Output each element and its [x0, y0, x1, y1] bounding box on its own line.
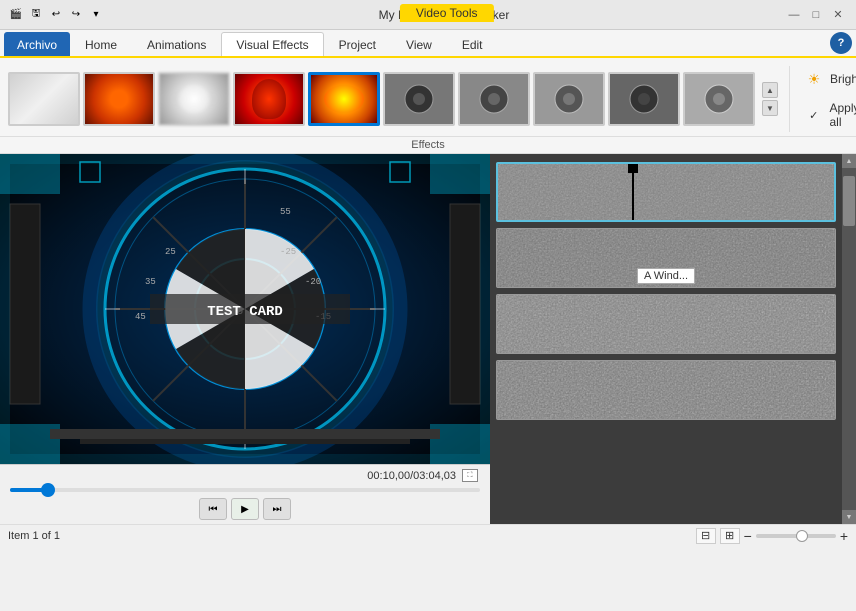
playback-controls: ⏮ ▶ ⏭ — [199, 498, 291, 520]
cursor-head — [628, 163, 638, 173]
effects-label: Effects — [0, 136, 856, 153]
effects-actions: ☀ Brightness ✓ Apply to all — [789, 66, 856, 132]
ribbon-tabs: Archivo Home Animations Visual Effects P… — [0, 30, 856, 58]
close-button[interactable]: ✕ — [828, 5, 848, 25]
test-pattern-svg: -25 -20 -15 25 35 45 55 45 — [0, 154, 490, 464]
timeline-track-3[interactable] — [496, 294, 836, 354]
svg-text:35: 35 — [145, 277, 156, 287]
view-icon-2[interactable]: ⊞ — [720, 528, 740, 544]
time-display: 00:10,00/03:04,03 — [367, 470, 456, 482]
scrollbar-down-button[interactable]: ▼ — [842, 510, 856, 524]
time-display-row: 00:10,00/03:04,03 ⛶ — [0, 469, 490, 482]
effect-thumb-gray5[interactable] — [683, 72, 755, 126]
tab-project[interactable]: Project — [324, 32, 391, 56]
timeline-cursor — [632, 164, 634, 220]
svg-text:55: 55 — [280, 207, 291, 217]
effect-thumb-warm[interactable] — [83, 72, 155, 126]
save-icon[interactable]: 🖫 — [28, 7, 44, 23]
zoom-slider[interactable] — [756, 534, 836, 538]
apply-icon: ✓ — [804, 105, 823, 125]
minimize-button[interactable]: — — [784, 5, 804, 25]
svg-text:-25: -25 — [280, 247, 296, 257]
track-wrapper-2: A Wind... — [496, 228, 836, 288]
track-wrapper-3 — [496, 294, 836, 354]
text-badge: A Wind... — [637, 268, 695, 284]
timeline-track-4[interactable] — [496, 360, 836, 420]
effect-thumb-red[interactable] — [233, 72, 305, 126]
maximize-button[interactable]: □ — [806, 5, 826, 25]
zoom-minus-button[interactable]: − — [744, 528, 752, 544]
scroll-down-button[interactable]: ▼ — [762, 100, 778, 116]
effects-scroll: ▲ ▼ — [758, 82, 782, 116]
track-wrapper-1 — [496, 162, 836, 222]
tab-home[interactable]: Home — [70, 32, 132, 56]
right-scrollbar: ▲ ▼ — [842, 154, 856, 524]
scroll-up-button[interactable]: ▲ — [762, 82, 778, 98]
effects-toolbar: ▲ ▼ ☀ Brightness ✓ Apply to all Effects — [0, 58, 856, 154]
brightness-icon: ☀ — [804, 69, 824, 89]
view-icon-1[interactable]: ⊟ — [696, 528, 716, 544]
seek-thumb[interactable] — [41, 483, 55, 497]
fullscreen-button[interactable]: ⛶ — [462, 469, 478, 482]
status-bar: Item 1 of 1 ⊟ ⊞ − + — [0, 524, 856, 546]
zoom-plus-button[interactable]: + — [840, 528, 848, 544]
effect-thumb-none[interactable] — [8, 72, 80, 126]
tab-animations[interactable]: Animations — [132, 32, 221, 56]
video-tools-tab[interactable]: Video Tools — [400, 4, 494, 22]
undo-icon[interactable]: ↩ — [48, 7, 64, 23]
timeline-track-1[interactable] — [496, 162, 836, 222]
svg-text:TEST CARD: TEST CARD — [207, 304, 283, 320]
play-button[interactable]: ▶ — [231, 498, 259, 520]
preview-controls: 00:10,00/03:04,03 ⛶ ⏮ ▶ ⏭ — [0, 464, 490, 524]
status-text: Item 1 of 1 — [8, 530, 60, 542]
title-bar-icons: 🎬 🖫 ↩ ↪ ▾ — [8, 7, 104, 23]
tab-visual-effects[interactable]: Visual Effects — [221, 32, 323, 56]
help-button[interactable]: ? — [830, 32, 852, 54]
tab-edit[interactable]: Edit — [447, 32, 498, 56]
svg-text:25: 25 — [165, 247, 176, 257]
scrollbar-thumb — [843, 176, 855, 226]
apply-to-all-button[interactable]: ✓ Apply to all — [798, 98, 856, 132]
scrollbar-up-button[interactable]: ▲ — [842, 154, 856, 168]
svg-text:45: 45 — [135, 312, 146, 322]
status-right: ⊟ ⊞ − + — [696, 528, 848, 544]
timeline-tracks: A Wind... — [490, 154, 842, 524]
title-controls: — □ ✕ — [784, 5, 848, 25]
video-preview: -25 -20 -15 25 35 45 55 45 — [0, 154, 490, 524]
track-wrapper-4 — [496, 360, 836, 420]
scrollbar-track[interactable] — [842, 168, 856, 510]
brightness-button[interactable]: ☀ Brightness — [798, 66, 856, 92]
dropdown-icon[interactable]: ▾ — [88, 7, 104, 23]
app-icon: 🎬 — [8, 7, 24, 23]
prev-frame-button[interactable]: ⏮ — [199, 498, 227, 520]
brightness-label: Brightness — [830, 72, 856, 86]
tab-archivo[interactable]: Archivo — [4, 32, 70, 56]
effect-thumb-gray2[interactable] — [458, 72, 530, 126]
svg-text:-20: -20 — [305, 277, 321, 287]
effect-thumb-gray1[interactable] — [383, 72, 455, 126]
timeline-area: A Wind... — [490, 154, 856, 524]
main-content: -25 -20 -15 25 35 45 55 45 — [0, 154, 856, 524]
effect-thumb-gray4[interactable] — [608, 72, 680, 126]
next-frame-button[interactable]: ⏭ — [263, 498, 291, 520]
effect-thumb-gray3[interactable] — [533, 72, 605, 126]
apply-to-label: Apply to all — [829, 101, 856, 129]
tab-view[interactable]: View — [391, 32, 447, 56]
zoom-slider-thumb[interactable] — [796, 530, 808, 542]
effects-row: ▲ ▼ ☀ Brightness ✓ Apply to all — [0, 58, 856, 136]
effect-thumb-yellow[interactable] — [308, 72, 380, 126]
redo-icon[interactable]: ↪ — [68, 7, 84, 23]
preview-canvas: -25 -20 -15 25 35 45 55 45 — [0, 154, 490, 464]
effect-thumb-blur[interactable] — [158, 72, 230, 126]
title-bar: 🎬 🖫 ↩ ↪ ▾ My Movie - Movie Maker Video T… — [0, 0, 856, 30]
seek-bar[interactable] — [10, 488, 480, 492]
